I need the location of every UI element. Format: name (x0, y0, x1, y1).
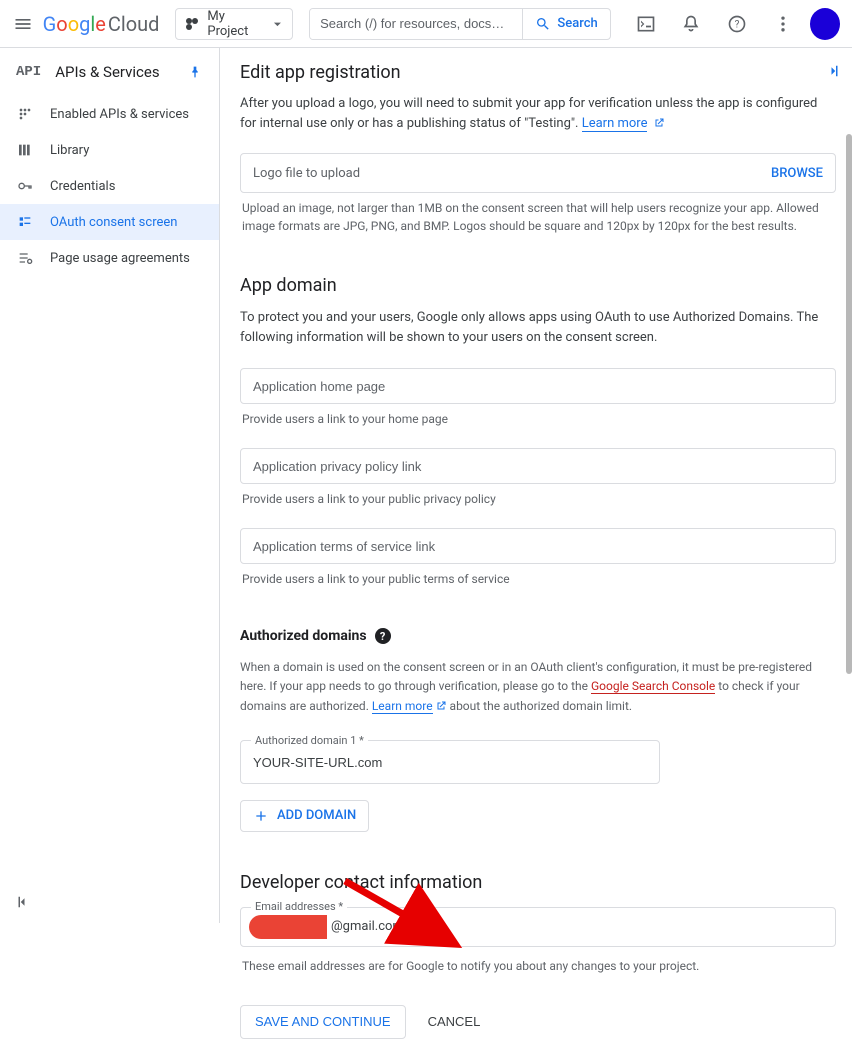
main-panel: Edit app registration After you upload a… (220, 48, 852, 923)
authorized-domain-label: Authorized domain 1 * (251, 734, 368, 747)
learn-more-link[interactable]: Learn more (372, 699, 433, 714)
email-addresses-label: Email addresses * (251, 900, 347, 913)
logo-verification-text: After you upload a logo, you will need t… (240, 94, 836, 133)
google-search-console-link[interactable]: Google Search Console (591, 679, 715, 694)
authorized-domains-para: When a domain is used on the consent scr… (240, 658, 836, 716)
google-cloud-logo[interactable]: Google Cloud (43, 12, 160, 36)
pin-icon[interactable] (187, 64, 203, 80)
privacy-policy-helper: Provide users a link to your public priv… (242, 490, 834, 508)
external-link-icon (653, 117, 665, 129)
search-button-label: Search (557, 16, 597, 31)
sidebar-item-page-usage[interactable]: Page usage agreements (0, 240, 219, 276)
email-suffix: @gmail.com (327, 919, 408, 934)
hide-info-panel-icon[interactable] (824, 62, 842, 80)
browse-button[interactable]: BROWSE (771, 166, 823, 181)
sidebar-item-label: OAuth consent screen (50, 215, 177, 230)
logo-upload-placeholder: Logo file to upload (253, 166, 771, 181)
learn-more-link[interactable]: Learn more (582, 116, 648, 132)
tos-helper: Provide users a link to your public term… (242, 570, 834, 588)
project-selector[interactable]: My Project (175, 8, 293, 40)
app-domain-heading: App domain (240, 275, 836, 296)
sidebar-title: APIs & Services (55, 63, 173, 81)
sidebar-collapse-icon[interactable] (8, 887, 38, 917)
privacy-policy-input[interactable] (240, 448, 836, 484)
cloud-text: Cloud (108, 12, 160, 36)
add-domain-label: ADD DOMAIN (277, 808, 356, 823)
app-domain-desc: To protect you and your users, Google on… (240, 308, 836, 348)
grid-icon (16, 105, 34, 123)
authorized-domain-input[interactable] (253, 741, 647, 783)
top-header: Google Cloud My Project Search ? (0, 0, 852, 48)
sidebar-item-label: Enabled APIs & services (50, 107, 189, 122)
cloud-shell-icon[interactable] (627, 4, 665, 44)
logo-upload-helper: Upload an image, not larger than 1MB on … (242, 199, 834, 235)
search-box: Search (309, 8, 611, 40)
sidebar-item-oauth-consent[interactable]: OAuth consent screen (0, 204, 219, 240)
authorized-domains-heading: Authorized domains ? (240, 628, 836, 644)
authorized-domain-field[interactable]: Authorized domain 1 * (240, 740, 660, 784)
external-link-icon (435, 700, 447, 712)
sidebar-item-enabled-apis[interactable]: Enabled APIs & services (0, 96, 219, 132)
project-icon (184, 16, 199, 32)
remove-chip-icon[interactable]: ✕ (412, 918, 430, 936)
sidebar-header: API APIs & Services (0, 48, 219, 96)
logo-upload-field[interactable]: Logo file to upload BROWSE (240, 153, 836, 193)
sidebar-item-label: Library (50, 143, 89, 158)
help-tooltip-icon[interactable]: ? (375, 628, 391, 644)
hamburger-menu-icon[interactable] (12, 12, 35, 36)
search-input[interactable] (310, 9, 522, 39)
sidebar-item-library[interactable]: Library (0, 132, 219, 168)
notifications-icon[interactable] (672, 4, 710, 44)
home-page-input[interactable] (240, 368, 836, 404)
developer-contact-heading: Developer contact information (240, 872, 836, 893)
consent-icon (16, 213, 34, 231)
sidebar: API APIs & Services Enabled APIs & servi… (0, 48, 220, 923)
save-and-continue-button[interactable]: SAVE AND CONTINUE (240, 1005, 406, 1039)
more-options-icon[interactable] (764, 4, 802, 44)
email-chip: @gmail.com ✕ (249, 915, 430, 939)
agreement-icon (16, 249, 34, 267)
project-name: My Project (207, 9, 265, 39)
page-title: Edit app registration (220, 48, 852, 96)
add-domain-button[interactable]: ADD DOMAIN (240, 800, 369, 832)
key-icon (16, 177, 34, 195)
search-icon (535, 16, 551, 32)
chevron-down-icon (269, 15, 286, 33)
home-page-helper: Provide users a link to your home page (242, 410, 834, 428)
redacted-email-prefix (249, 915, 327, 939)
email-addresses-field[interactable]: Email addresses * @gmail.com ✕ (240, 907, 836, 947)
search-button[interactable]: Search (522, 9, 609, 39)
cancel-button[interactable]: CANCEL (418, 1005, 491, 1039)
tos-input[interactable] (240, 528, 836, 564)
sidebar-item-label: Page usage agreements (50, 251, 190, 266)
action-row: SAVE AND CONTINUE CANCEL (240, 1005, 836, 1039)
api-logo: API (16, 64, 41, 80)
sidebar-item-credentials[interactable]: Credentials (0, 168, 219, 204)
help-icon[interactable]: ? (718, 4, 756, 44)
plus-icon (253, 808, 269, 824)
library-icon (16, 141, 34, 159)
account-avatar[interactable] (810, 8, 840, 40)
svg-text:?: ? (735, 19, 740, 30)
sidebar-item-label: Credentials (50, 179, 115, 194)
email-helper: These email addresses are for Google to … (242, 957, 834, 975)
